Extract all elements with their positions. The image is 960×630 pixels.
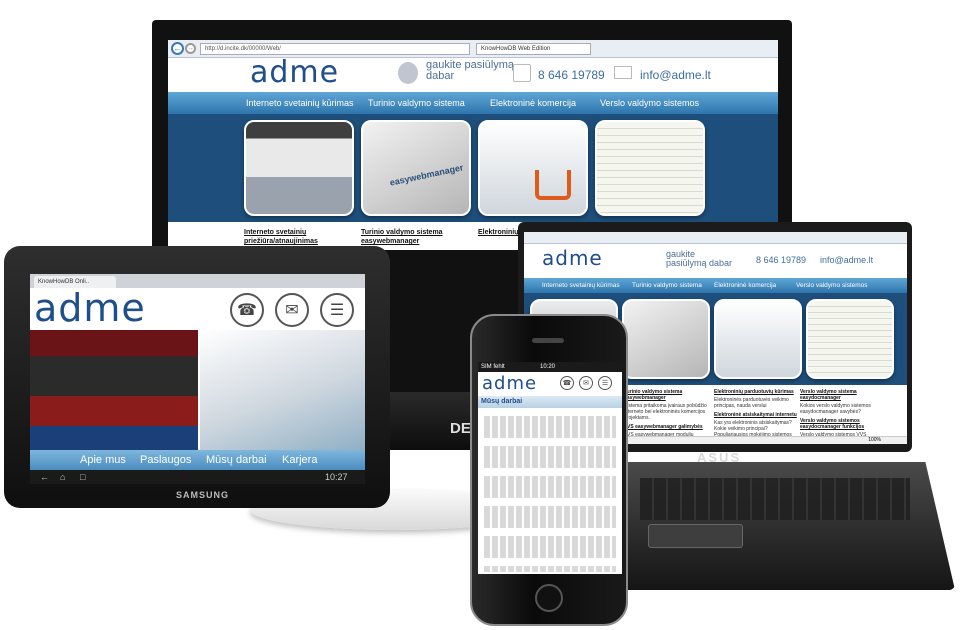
nav-item[interactable]: Verslo valdymo sistemos xyxy=(796,278,868,293)
nav-item[interactable]: Interneto svetainių kūrimas xyxy=(542,278,620,293)
cta-text[interactable]: gaukite pasiūlymą dabar xyxy=(666,250,736,268)
menu-icon[interactable]: ☰ xyxy=(320,293,354,327)
phone-icon[interactable]: ☎ xyxy=(230,293,264,327)
showcase-thumb[interactable] xyxy=(595,120,705,216)
main-nav: Interneto svetainių kūrimas Turinio vald… xyxy=(524,278,907,293)
site-header: adme ☎ ✉ ☰ xyxy=(30,286,365,330)
thumb-label: easywebmanager xyxy=(388,162,465,188)
content-link[interactable]: Interneto svetainių priežiūra/atnaujinim… xyxy=(244,228,354,246)
laptop-brand: ASUS xyxy=(697,450,742,465)
site-logo[interactable]: adme xyxy=(34,286,146,330)
content-link[interactable]: TVS easywebmanager galimybės xyxy=(624,424,712,430)
browser-tab[interactable]: KnowHowDB Web Edition xyxy=(476,43,591,55)
nav-item[interactable]: Mūsų darbai xyxy=(206,450,267,470)
showcase-thumb[interactable] xyxy=(622,299,710,379)
site-logo[interactable]: adme xyxy=(482,373,537,394)
content-text: Kokios verslo valdymo sistemos easydocma… xyxy=(800,403,871,415)
showcase-thumb[interactable]: easywebmanager xyxy=(361,120,471,216)
content-text: Elektroninės parduotuvės veikimo princip… xyxy=(714,397,789,409)
tablet-nav: Apie mus Paslaugos Mūsų darbai Karjera xyxy=(30,450,365,470)
phone-screen: SIM fehlt 10:20 adme ☎ ✉ ☰ Mūsų darbai xyxy=(478,362,622,574)
ios-status-bar: SIM fehlt 10:20 xyxy=(478,362,622,372)
nav-item[interactable]: Elektroninė komercija xyxy=(490,92,576,114)
nav-item[interactable]: Interneto svetainių kūrimas xyxy=(246,92,354,114)
laptop-keyboard xyxy=(640,478,910,520)
content-link[interactable]: Verslo valdymo sistemos easydocmanager f… xyxy=(800,418,890,430)
nav-item[interactable]: Paslaugos xyxy=(140,450,191,470)
zoom-level[interactable]: 100% xyxy=(868,437,881,443)
forward-icon[interactable]: → xyxy=(185,43,196,54)
address-bar[interactable]: http://d.incite.dk/00000/Web/ xyxy=(200,43,470,55)
showcase-thumb[interactable] xyxy=(478,120,588,216)
nav-item[interactable]: Verslo valdymo sistemos xyxy=(600,92,699,114)
email-link[interactable]: info@adme.lt xyxy=(820,255,873,265)
portfolio-image[interactable] xyxy=(30,330,198,450)
site-logo[interactable]: adme xyxy=(542,246,603,270)
showcase-thumb[interactable] xyxy=(806,299,894,379)
devices-composition: DELL ← → http://d.incite.dk/00000/Web/ K… xyxy=(0,0,960,630)
nav-item[interactable]: Elektroninė komercija xyxy=(714,278,776,293)
content-column: Turinio valdymo sistema easywebmanager S… xyxy=(624,389,712,438)
section-title: Mūsų darbai xyxy=(478,396,622,408)
content-column: Elektroninių parduotuvių kūrimas Elektro… xyxy=(714,389,802,438)
nav-item[interactable]: Apie mus xyxy=(80,450,126,470)
content-link[interactable]: Turinio valdymo sistema easywebmanager xyxy=(361,228,471,246)
menu-icon[interactable]: ☰ xyxy=(598,376,612,390)
content-link[interactable]: Elektroninių parduotuvių kūrimas xyxy=(714,389,802,395)
showcase-band: easywebmanager xyxy=(168,114,778,222)
mail-icon xyxy=(614,66,632,79)
portfolio-grid[interactable] xyxy=(484,412,616,572)
cart-icon xyxy=(535,170,571,200)
recent-apps-icon[interactable]: □ xyxy=(80,470,85,484)
tablet-screen: KnowHowDB Onli.. adme ☎ ✉ ☰ Apie mus Pas… xyxy=(30,274,365,484)
site-logo[interactable]: adme xyxy=(250,55,339,90)
android-bar: ← ⌂ □ 10:27 xyxy=(30,470,365,484)
laptop-touchpad xyxy=(648,524,743,548)
portfolio-image[interactable] xyxy=(200,330,365,450)
phone-speaker xyxy=(532,338,564,343)
home-icon[interactable]: ⌂ xyxy=(60,470,65,484)
home-button[interactable] xyxy=(535,584,563,612)
nav-item[interactable]: Turinio valdymo sistema xyxy=(632,278,702,293)
content-link[interactable]: Verslo valdymo sistema easydocmanager xyxy=(800,389,890,401)
content-text: Sistema pritaikoma įvairaus pobūdžio int… xyxy=(624,403,707,421)
showcase-thumb[interactable] xyxy=(244,120,354,216)
content-link[interactable]: Turinio valdymo sistema easywebmanager xyxy=(624,389,712,401)
showcase-thumb[interactable] xyxy=(714,299,802,379)
browser-toolbar xyxy=(524,232,907,244)
mail-icon[interactable]: ✉ xyxy=(275,293,309,327)
clock: 10:20 xyxy=(540,364,556,370)
mail-icon[interactable]: ✉ xyxy=(579,376,593,390)
phone-icon[interactable]: ☎ xyxy=(560,376,574,390)
tablet-brand: SAMSUNG xyxy=(176,490,230,500)
phone-number: 8 646 19789 xyxy=(756,255,807,265)
back-icon[interactable]: ← xyxy=(40,470,49,484)
monitor-screen: ← → http://d.incite.dk/00000/Web/ KnowHo… xyxy=(168,40,778,250)
carrier: SIM fehlt xyxy=(481,364,505,370)
nav-item[interactable]: Karjera xyxy=(282,450,317,470)
back-icon[interactable]: ← xyxy=(171,42,184,55)
nav-item[interactable]: Turinio valdymo sistema xyxy=(368,92,465,114)
cta-text[interactable]: gaukite pasiūlymą dabar xyxy=(426,60,516,82)
head-icon xyxy=(398,62,418,84)
main-nav: Interneto svetainių kūrimas Turinio vald… xyxy=(168,92,778,114)
phone-number: 8 646 19789 xyxy=(538,68,605,82)
email-link[interactable]: info@adme.lt xyxy=(640,68,711,82)
phone-icon xyxy=(513,64,531,82)
content-link[interactable]: Elektroninė atsiskaitymai internetu xyxy=(714,412,802,418)
site-header: adme ☎ ✉ ☰ xyxy=(478,372,622,396)
clock: 10:27 xyxy=(325,472,348,482)
content-column: Verslo valdymo sistema easydocmanager Ko… xyxy=(800,389,890,438)
